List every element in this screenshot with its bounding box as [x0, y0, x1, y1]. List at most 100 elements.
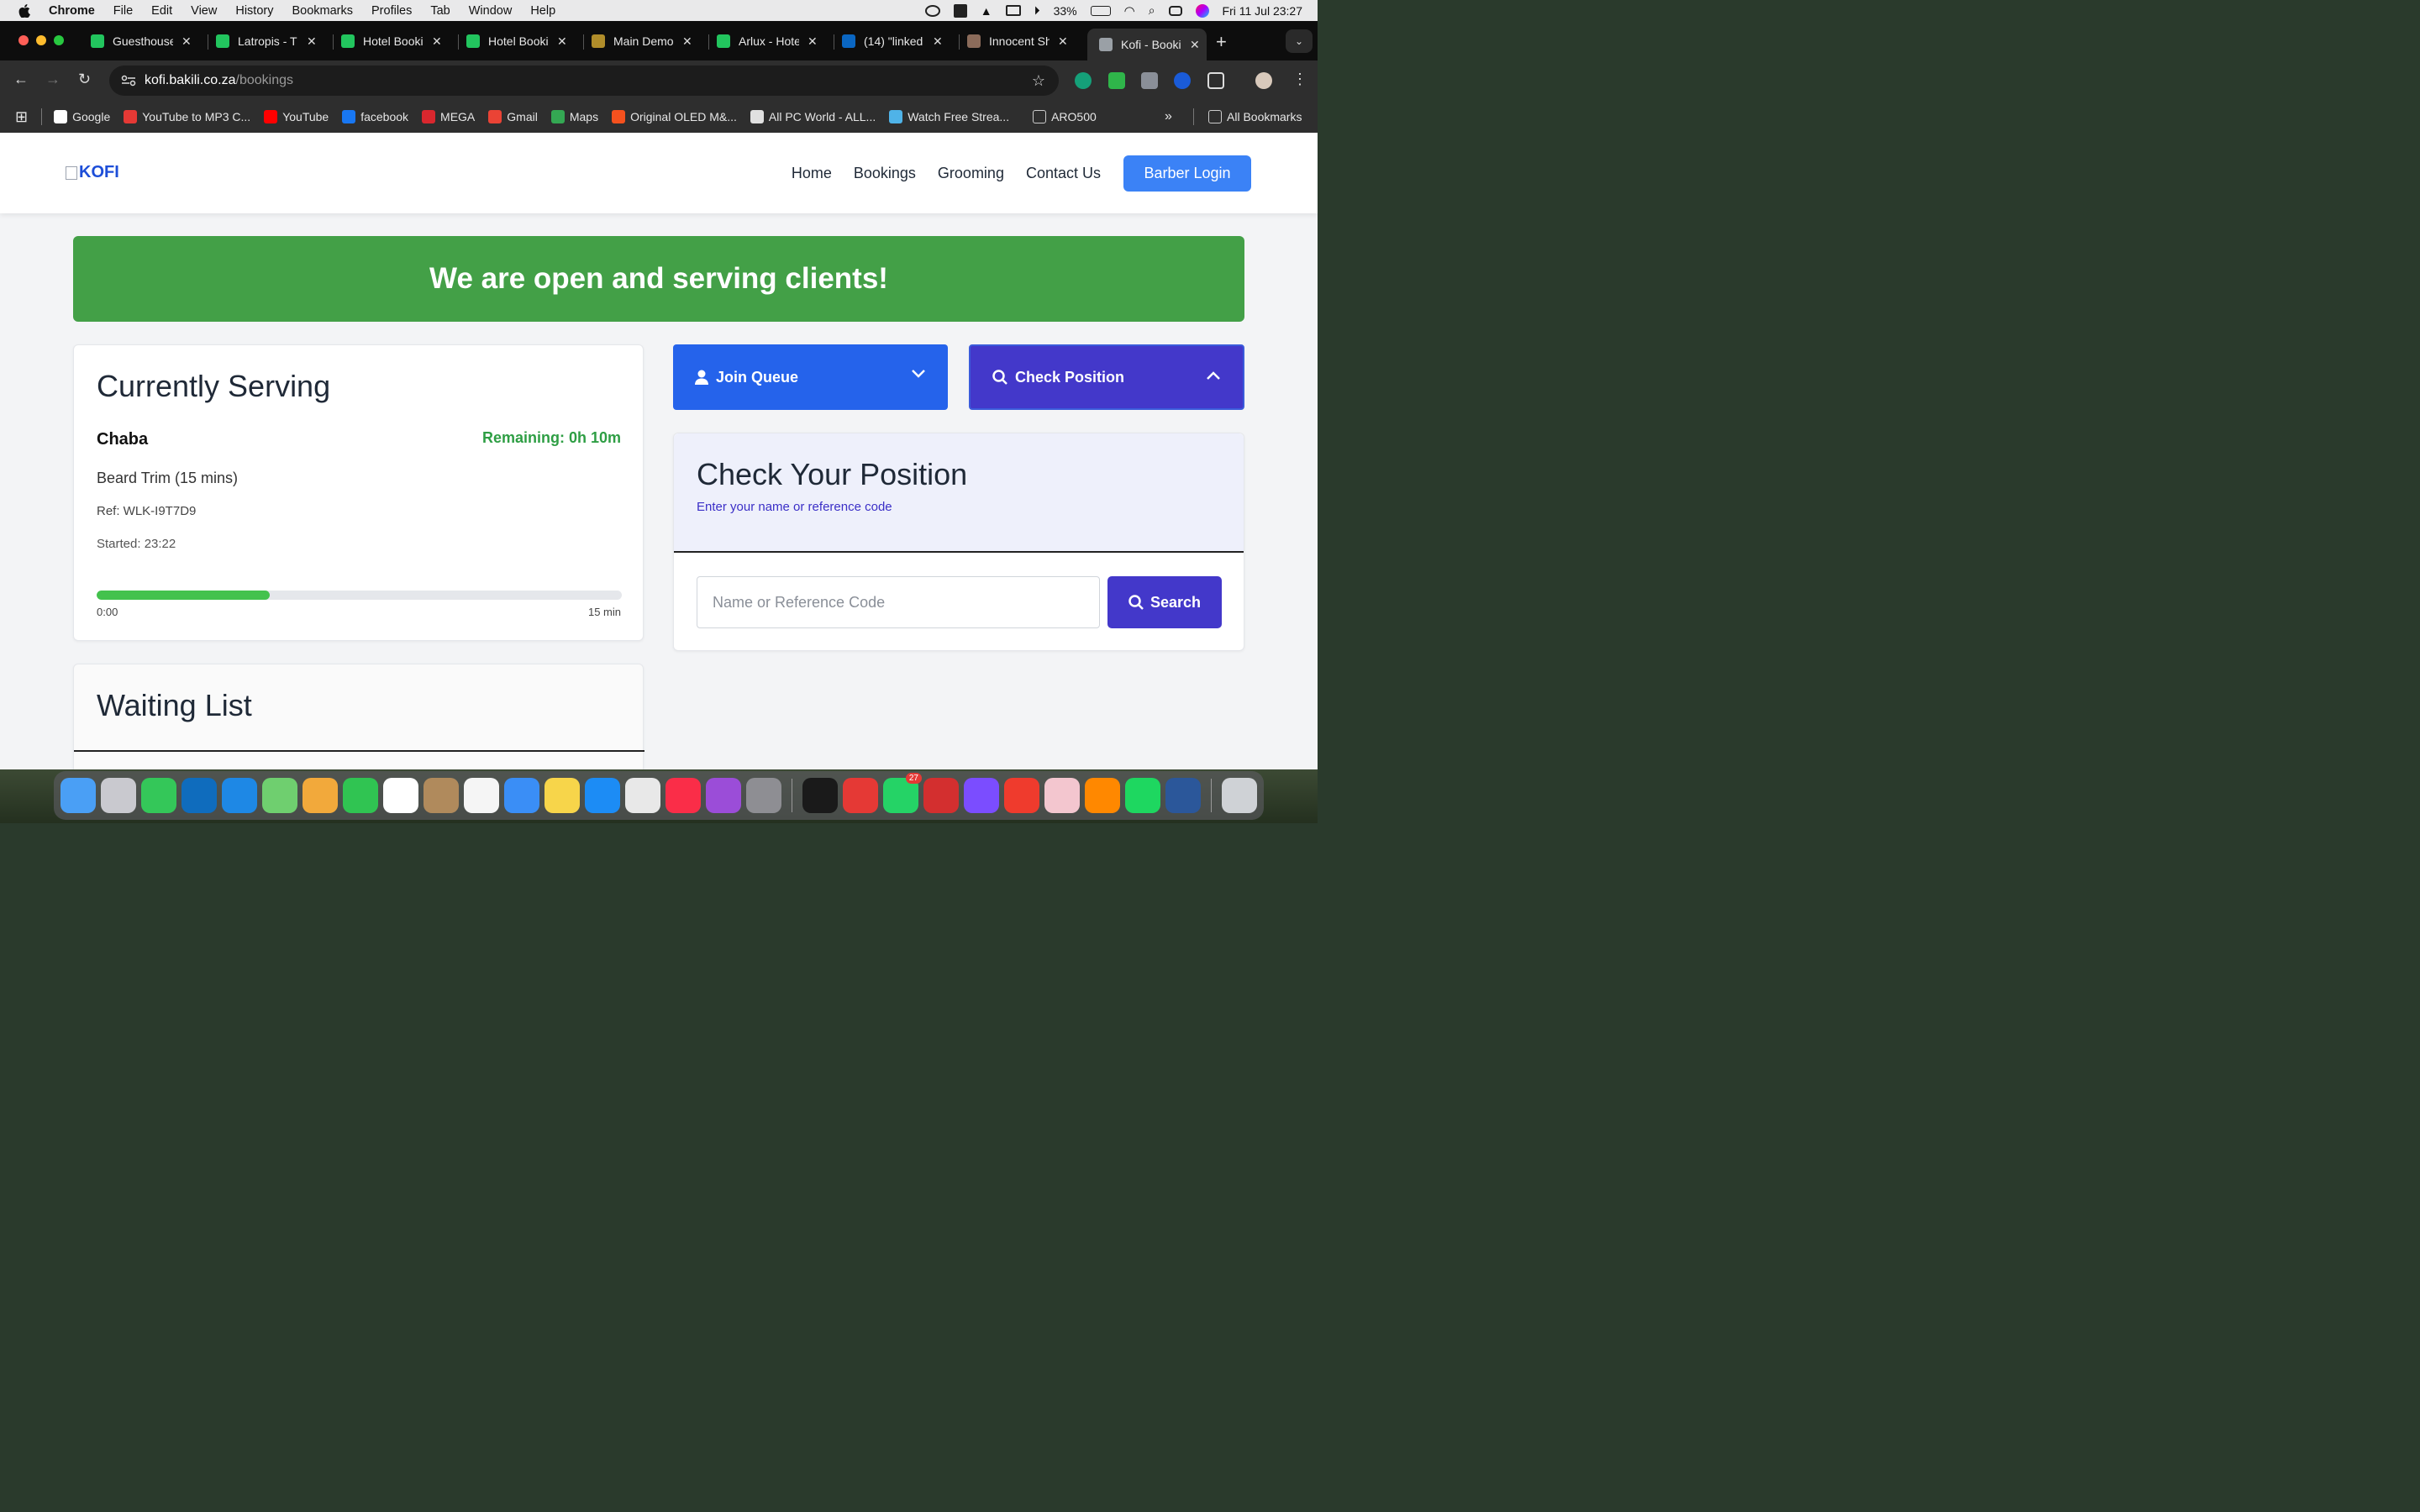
- wifi-icon[interactable]: ◠: [1124, 3, 1135, 18]
- mail-icon[interactable]: [504, 778, 539, 813]
- launchpad-icon[interactable]: [101, 778, 136, 813]
- safari-icon[interactable]: [222, 778, 257, 813]
- spotify-icon[interactable]: [1125, 778, 1160, 813]
- join-queue-button[interactable]: Join Queue: [673, 344, 948, 410]
- terminal-icon[interactable]: [802, 778, 838, 813]
- close-tab-icon[interactable]: ✕: [432, 34, 442, 49]
- facetime-icon[interactable]: [343, 778, 378, 813]
- siri-icon[interactable]: [1195, 3, 1209, 18]
- bookmark-item[interactable]: YouTube to MP3 C...: [124, 110, 250, 123]
- site-settings-icon[interactable]: [121, 75, 136, 87]
- nav-home[interactable]: Home: [792, 165, 832, 182]
- apps-grid-icon[interactable]: ⊞: [15, 108, 28, 126]
- browser-menu-icon[interactable]: ⋮: [1292, 71, 1307, 88]
- notes-icon[interactable]: [544, 778, 580, 813]
- check-position-button[interactable]: Check Position: [969, 344, 1244, 410]
- browser-tab[interactable]: Hotel Booki ✕: [341, 29, 442, 54]
- password-manager-extension-icon[interactable]: [1174, 72, 1191, 89]
- browser-tab[interactable]: Guesthouse ✕: [91, 29, 192, 54]
- browser-tab[interactable]: Arlux - Hote ✕: [717, 29, 818, 54]
- bookmark-item[interactable]: YouTube: [264, 110, 329, 123]
- menu-history[interactable]: History: [235, 4, 273, 18]
- close-tab-icon[interactable]: ✕: [1190, 38, 1200, 52]
- drive-icon[interactable]: [953, 3, 967, 18]
- nav-bookings[interactable]: Bookings: [854, 165, 916, 182]
- chrome-icon[interactable]: [625, 778, 660, 813]
- address-bar[interactable]: kofi.bakili.co.za/bookings ☆: [109, 66, 1059, 96]
- canva-icon[interactable]: [964, 778, 999, 813]
- menu-profiles[interactable]: Profiles: [371, 4, 412, 18]
- clock[interactable]: Fri 11 Jul 23:27: [1223, 4, 1302, 18]
- menu-file[interactable]: File: [113, 4, 133, 18]
- control-center-icon[interactable]: [1168, 5, 1182, 16]
- photos-icon[interactable]: [302, 778, 338, 813]
- bookmark-item[interactable]: Watch Free Strea...: [889, 110, 1009, 123]
- apple-icon[interactable]: [18, 3, 30, 18]
- close-tab-icon[interactable]: ✕: [682, 34, 692, 49]
- close-window-button[interactable]: [18, 35, 29, 45]
- vlc-icon[interactable]: [1085, 778, 1120, 813]
- bookmark-item[interactable]: facebook: [342, 110, 408, 123]
- battery-icon[interactable]: [1090, 5, 1111, 16]
- close-tab-icon[interactable]: ✕: [557, 34, 567, 49]
- zoom-window-button[interactable]: [54, 35, 64, 45]
- spotlight-search-icon[interactable]: ⌕: [1149, 3, 1155, 18]
- menu-app-name[interactable]: Chrome: [49, 4, 95, 18]
- bookmark-item[interactable]: All PC World - ALL...: [750, 110, 876, 123]
- shield-extension-icon[interactable]: [1108, 72, 1125, 89]
- affinity-icon[interactable]: [1044, 778, 1080, 813]
- play-icon[interactable]: ⏵: [1034, 3, 1040, 18]
- bookmark-star-icon[interactable]: ☆: [1032, 72, 1045, 90]
- menu-tab[interactable]: Tab: [430, 4, 450, 18]
- new-tab-button[interactable]: +: [1216, 31, 1227, 53]
- browser-tab[interactable]: (14) "linked ✕: [842, 29, 943, 54]
- browser-tab[interactable]: Hotel Booki ✕: [466, 29, 567, 54]
- creative-cloud-icon[interactable]: [924, 4, 940, 17]
- browser-tab[interactable]: Latropis - T ✕: [216, 29, 317, 54]
- maps-icon[interactable]: [262, 778, 297, 813]
- anydesk-alt-icon[interactable]: [1004, 778, 1039, 813]
- more-bookmarks-icon[interactable]: »: [1165, 109, 1172, 124]
- menu-help[interactable]: Help: [530, 4, 555, 18]
- bookmark-item[interactable]: Google: [54, 110, 110, 123]
- trash-icon[interactable]: [1222, 778, 1257, 813]
- display-icon[interactable]: [1005, 5, 1021, 16]
- reload-button[interactable]: ↻: [78, 71, 91, 88]
- messages-icon[interactable]: [141, 778, 176, 813]
- extension-icon[interactable]: [1141, 72, 1158, 89]
- close-tab-icon[interactable]: ✕: [808, 34, 818, 49]
- bookmark-item[interactable]: Gmail: [488, 110, 538, 123]
- whatsapp-icon[interactable]: 27: [883, 773, 922, 813]
- menu-bookmarks[interactable]: Bookmarks: [292, 4, 353, 18]
- acrobat-icon[interactable]: [923, 778, 959, 813]
- tab-search-button[interactable]: ⌄: [1286, 29, 1313, 53]
- close-tab-icon[interactable]: ✕: [307, 34, 317, 49]
- browser-tab[interactable]: Main Demo ✕: [592, 29, 692, 54]
- podcasts-icon[interactable]: [706, 778, 741, 813]
- back-button[interactable]: ←: [13, 71, 29, 88]
- grammarly-extension-icon[interactable]: [1075, 72, 1092, 89]
- nav-contact-us[interactable]: Contact Us: [1026, 165, 1101, 182]
- browser-tab[interactable]: Innocent Sh ✕: [967, 29, 1068, 54]
- minimize-window-button[interactable]: [36, 35, 46, 45]
- calendar-icon[interactable]: [383, 778, 418, 813]
- all-bookmarks-button[interactable]: All Bookmarks: [1208, 110, 1302, 123]
- barber-login-button[interactable]: Barber Login: [1123, 155, 1251, 192]
- bookmark-item[interactable]: MEGA: [422, 110, 475, 123]
- browser-tab[interactable]: Kofi - Booki ✕: [1087, 29, 1207, 60]
- contacts-icon[interactable]: [424, 778, 459, 813]
- extensions-puzzle-icon[interactable]: [1207, 72, 1224, 89]
- menu-view[interactable]: View: [191, 4, 217, 18]
- menu-window[interactable]: Window: [469, 4, 513, 18]
- bookmark-item[interactable]: Original OLED M&...: [612, 110, 737, 123]
- bookmark-item[interactable]: Maps: [550, 110, 598, 123]
- reminders-icon[interactable]: [464, 778, 499, 813]
- music-icon[interactable]: [666, 778, 701, 813]
- forward-button[interactable]: →: [45, 71, 60, 88]
- profile-avatar[interactable]: [1255, 72, 1272, 89]
- bookmark-item[interactable]: ARO500: [1033, 110, 1097, 123]
- close-tab-icon[interactable]: ✕: [1058, 34, 1068, 49]
- anydesk-icon[interactable]: [843, 778, 878, 813]
- nav-grooming[interactable]: Grooming: [938, 165, 1004, 182]
- system-settings-icon[interactable]: [746, 778, 781, 813]
